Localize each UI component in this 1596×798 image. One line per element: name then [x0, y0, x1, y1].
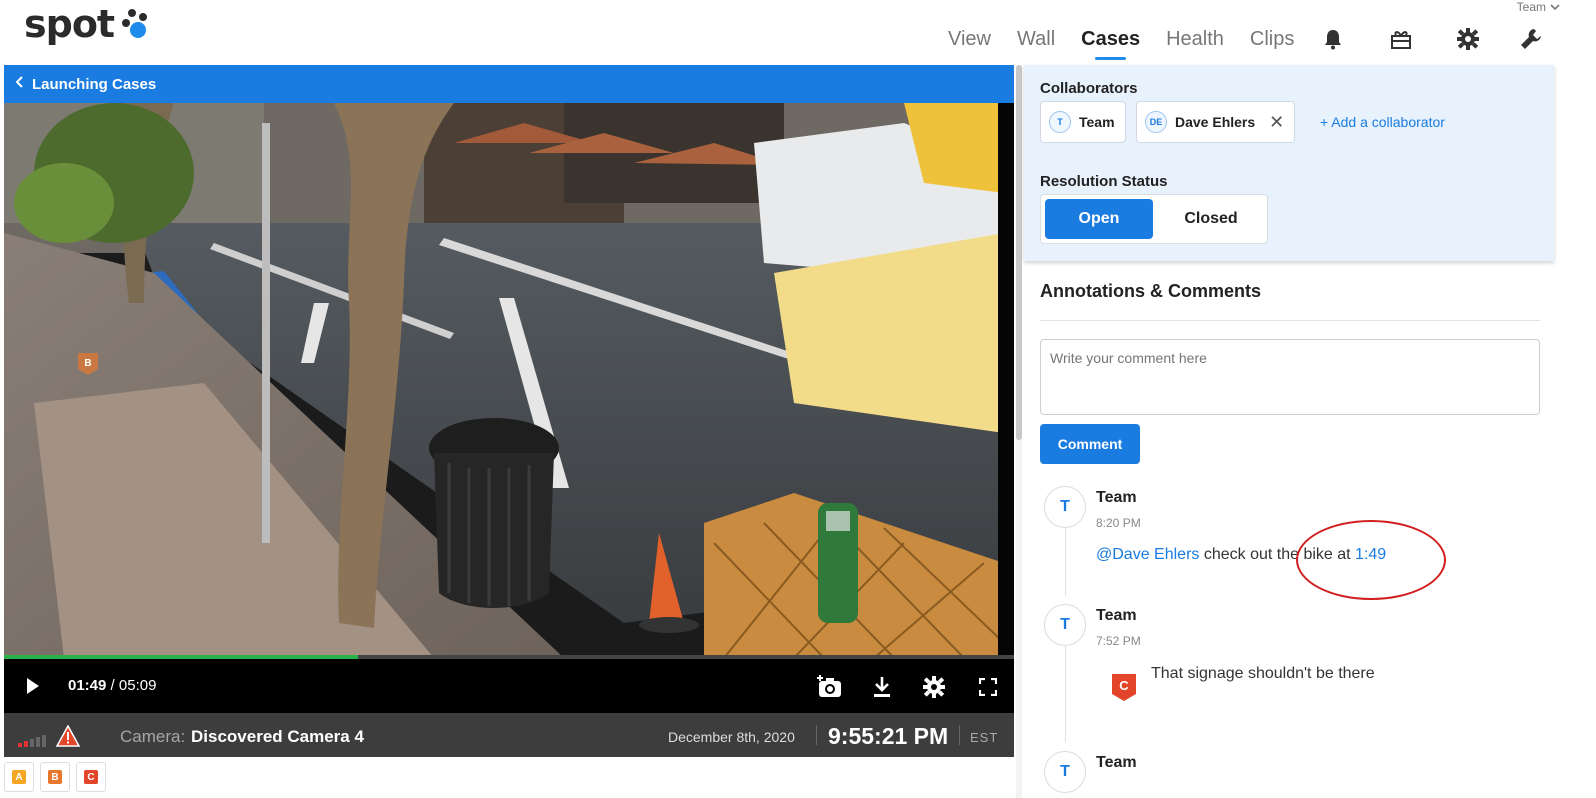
comment-button[interactable]: Comment [1040, 424, 1140, 464]
camera-name: Discovered Camera 4 [191, 727, 364, 746]
marker-c-icon: C [84, 770, 98, 784]
comment-text: That signage shouldn't be there [1151, 665, 1375, 682]
chevron-left-icon [15, 75, 24, 93]
resolution-status-title: Resolution Status [1040, 173, 1168, 190]
comment-author: Team [1096, 607, 1137, 624]
collaborator-name: Team [1079, 114, 1115, 130]
warning-icon[interactable] [55, 724, 81, 747]
main-nav: View Wall Cases Health Clips [948, 28, 1320, 60]
comment-time: 7:52 PM [1096, 634, 1141, 648]
app-header: spot Team View Wall Cases Health Clips [0, 0, 1596, 64]
timezone: EST [970, 730, 999, 745]
mention-link[interactable]: @Dave Ehlers [1096, 546, 1199, 563]
video-marker-b[interactable]: B [84, 358, 91, 369]
nav-health[interactable]: Health [1166, 28, 1224, 57]
nav-clips[interactable]: Clips [1250, 28, 1294, 57]
logo-paw-icon [118, 9, 152, 43]
nav-wall[interactable]: Wall [1017, 28, 1055, 57]
back-label: Launching Cases [32, 75, 157, 93]
collaborator-chip-team[interactable]: T Team [1040, 101, 1126, 143]
avatar: DE [1145, 111, 1167, 133]
video-frame-edge [998, 103, 1014, 658]
camera-status-bar: Camera: Discovered Camera 4 December 8th… [4, 713, 1014, 757]
marker-c-icon[interactable]: C [1110, 672, 1138, 702]
recording-date: December 8th, 2020 [668, 729, 795, 745]
camera-footage: B [4, 103, 1014, 658]
status-open-button[interactable]: Open [1045, 199, 1153, 239]
left-scrollbar-thumb[interactable] [1016, 65, 1022, 440]
marker-c-button[interactable]: C [76, 762, 106, 792]
snapshot-icon[interactable] [816, 673, 844, 701]
status-closed-button[interactable]: Closed [1157, 199, 1265, 239]
settings-icon[interactable] [920, 673, 948, 701]
avatar: T [1049, 111, 1071, 133]
remove-collaborator-icon[interactable]: ✕ [1269, 112, 1284, 133]
collaborator-name: Dave Ehlers [1175, 114, 1256, 130]
marker-toolbar: A B C [4, 762, 106, 792]
highlight-circle [1296, 520, 1446, 600]
avatar: T [1044, 604, 1086, 646]
team-menu-label: Team [1516, 0, 1546, 14]
gift-icon[interactable] [1388, 26, 1414, 52]
download-icon[interactable] [868, 673, 896, 701]
comment-author: Team [1096, 489, 1137, 506]
gear-icon[interactable] [1455, 26, 1481, 52]
annotations-title: Annotations & Comments [1040, 281, 1262, 301]
video-player[interactable]: B [4, 103, 1014, 658]
team-menu[interactable]: Team [1517, 0, 1560, 14]
case-details-panel: Collaborators T Team DE Dave Ehlers ✕ + … [1024, 65, 1554, 261]
marker-b-button[interactable]: B [40, 762, 70, 792]
marker-a-icon: A [12, 770, 26, 784]
divider [959, 725, 960, 745]
wrench-icon[interactable] [1518, 26, 1544, 52]
collaborators-title: Collaborators [1040, 80, 1138, 97]
timecode: 01:49 / 05:09 [68, 677, 156, 694]
comment-author: Team [1096, 754, 1137, 771]
play-icon[interactable] [26, 677, 42, 695]
current-time: 01:49 [68, 677, 107, 694]
spot-logo[interactable]: spot [24, 2, 152, 46]
recording-time: 9:55:21 PM [828, 723, 949, 749]
bell-icon[interactable] [1320, 26, 1346, 52]
thread-line [1065, 528, 1066, 596]
duration: / 05:09 [110, 677, 157, 694]
chevron-down-icon [1550, 4, 1560, 11]
avatar: T [1044, 486, 1086, 528]
collaborator-chip-dave-ehlers[interactable]: DE Dave Ehlers ✕ [1136, 101, 1296, 143]
logo-text: spot [24, 2, 115, 46]
video-controls: 01:49 / 05:09 [4, 659, 1014, 713]
marker-a-button[interactable]: A [4, 762, 34, 792]
divider [816, 725, 817, 745]
marker-b-icon: B [48, 770, 62, 784]
back-to-cases-link[interactable]: Launching Cases [4, 65, 1014, 103]
signal-strength-icon [18, 735, 46, 747]
add-collaborator-link[interactable]: + Add a collaborator [1320, 114, 1445, 130]
avatar: T [1044, 751, 1086, 793]
fullscreen-icon[interactable] [974, 673, 1002, 701]
comment-input[interactable] [1040, 339, 1540, 415]
marker-letter: C [1119, 678, 1129, 693]
section-divider [1040, 320, 1540, 321]
nav-view[interactable]: View [948, 28, 991, 57]
camera-label: Camera: [120, 727, 186, 746]
thread-line [1065, 646, 1066, 742]
comment-time: 8:20 PM [1096, 516, 1141, 530]
resolution-status-toggle: Open Closed [1040, 194, 1268, 244]
nav-cases[interactable]: Cases [1081, 28, 1140, 60]
